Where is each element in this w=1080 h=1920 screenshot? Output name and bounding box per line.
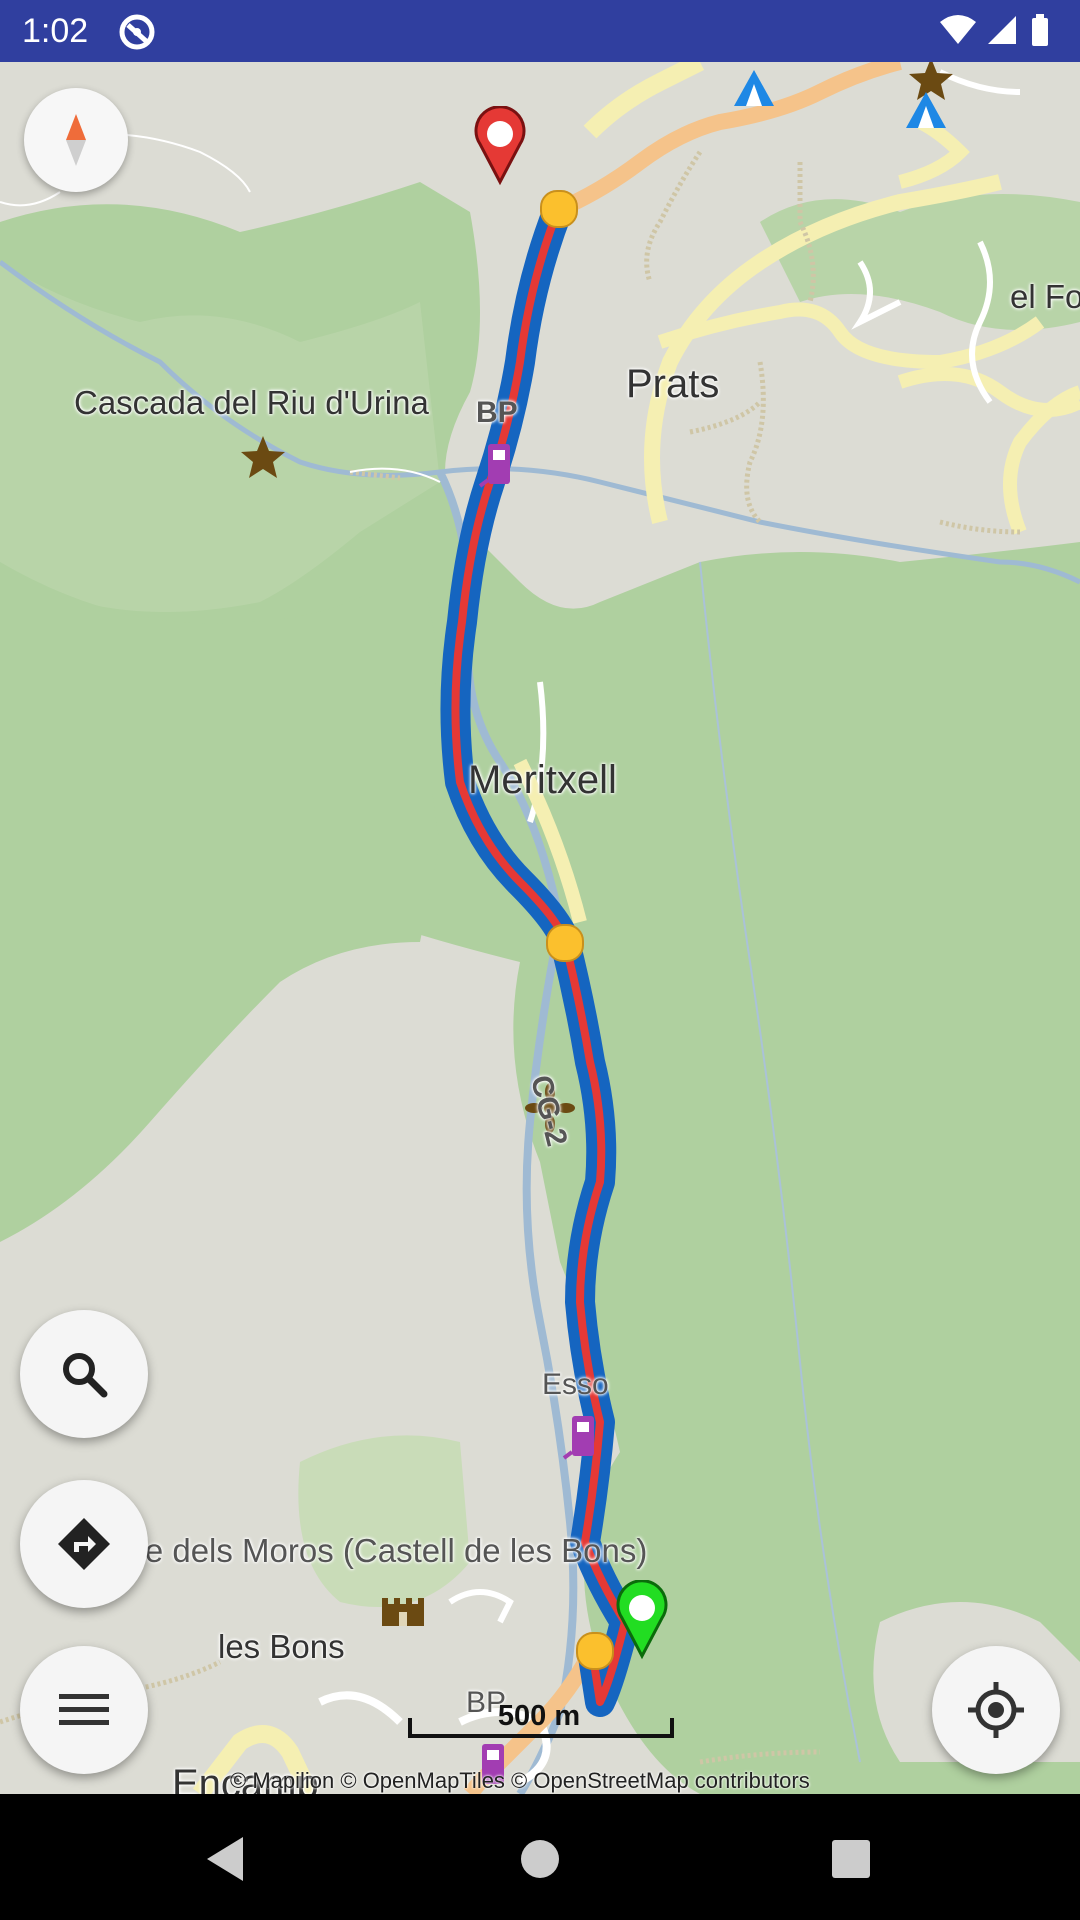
wifi-icon — [940, 15, 976, 44]
my-location-button[interactable] — [932, 1646, 1060, 1774]
castle-icon — [382, 1598, 424, 1626]
scale-bar: 500 m — [408, 1700, 674, 1740]
recents-icon — [832, 1840, 870, 1878]
viewpoint-star-icon — [241, 436, 285, 478]
map-label: Prats — [626, 362, 720, 406]
app-notification-icon — [118, 13, 156, 56]
map-label: Cascada del Riu d'Urina — [74, 384, 429, 421]
map-label: les Bons — [218, 1628, 345, 1665]
directions-icon — [58, 1518, 110, 1570]
navigation-bar — [0, 1794, 1080, 1920]
signal-icon — [988, 16, 1016, 44]
back-button[interactable] — [190, 1824, 260, 1894]
recents-button[interactable] — [816, 1824, 886, 1894]
status-bar: 1:02 — [0, 0, 1080, 62]
search-icon — [63, 1353, 108, 1398]
map-view[interactable]: Cascada del Riu d'Urina Prats el Fo Meri… — [0, 62, 1080, 1794]
status-time: 1:02 — [22, 12, 89, 50]
compass-icon — [66, 114, 86, 166]
camping-icon — [734, 70, 774, 106]
back-icon — [207, 1837, 243, 1881]
map-label: Meritxell — [468, 758, 617, 802]
scale-label: 500 m — [497, 1700, 581, 1732]
search-button[interactable] — [20, 1310, 148, 1438]
start-pin-icon[interactable] — [614, 1580, 670, 1660]
camping-icon — [906, 92, 946, 128]
map-label: BP — [476, 396, 518, 429]
menu-button[interactable] — [20, 1646, 148, 1774]
system-icons — [938, 12, 1058, 55]
map-attribution[interactable]: © Mapilion © OpenMapTiles © OpenStreetMa… — [230, 1768, 810, 1794]
waypoint-marker-icon[interactable] — [546, 924, 584, 962]
home-button[interactable] — [505, 1824, 575, 1894]
compass-button[interactable] — [24, 88, 128, 192]
home-icon — [521, 1840, 559, 1878]
map-label: Esso — [542, 1368, 609, 1401]
destination-pin-icon[interactable] — [472, 106, 528, 186]
map-label: Torre dels Moros (Castell de les Bons) — [88, 1532, 648, 1569]
waypoint-marker-icon[interactable] — [576, 1632, 614, 1670]
menu-icon — [59, 1694, 109, 1725]
map-label: el Fo — [1010, 278, 1080, 315]
directions-button[interactable] — [20, 1480, 148, 1608]
waypoint-marker-icon[interactable] — [540, 190, 578, 228]
my-location-icon — [968, 1682, 1024, 1738]
battery-icon — [1032, 14, 1048, 46]
fuel-station-icon — [478, 444, 510, 488]
fuel-station-icon — [562, 1416, 594, 1460]
